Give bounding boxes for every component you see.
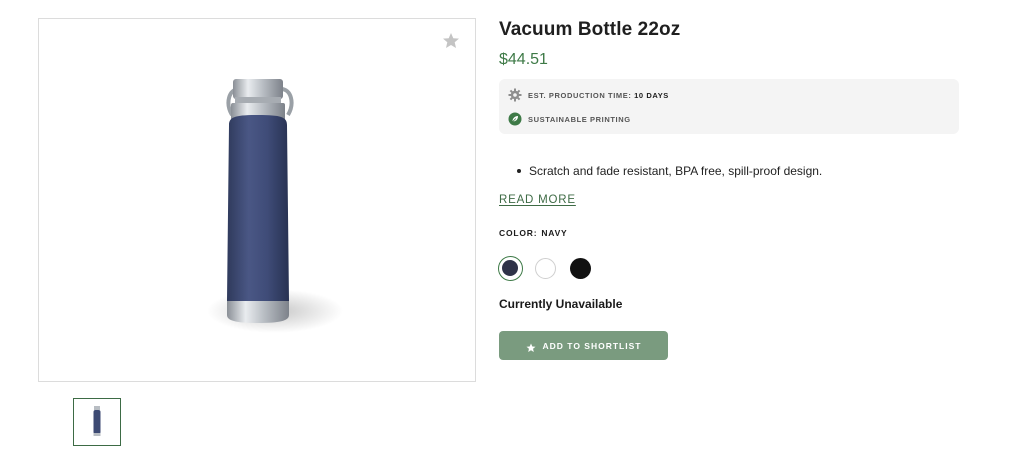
swatch-white[interactable] [535, 258, 556, 279]
product-price: $44.51 [499, 51, 548, 68]
production-time-label: EST. PRODUCTION TIME: [528, 90, 632, 100]
swatch-navy[interactable] [498, 256, 523, 281]
sustainable-printing-label: SUSTAINABLE PRINTING [528, 114, 631, 124]
selected-color-name: NAVY [541, 228, 568, 238]
gallery-thumbnail[interactable] [73, 398, 121, 446]
leaf-icon [508, 112, 522, 126]
favorite-star-icon[interactable] [441, 31, 461, 51]
sustainable-printing-row: SUSTAINABLE PRINTING [508, 112, 631, 126]
availability-status: Currently Unavailable [499, 297, 623, 311]
thumbnail-bottle-image [93, 406, 101, 436]
swatch-black[interactable] [570, 258, 591, 279]
bullet-dot [517, 169, 521, 173]
product-photo [207, 79, 343, 333]
read-more-link[interactable]: READ MORE [499, 194, 576, 206]
product-main-image[interactable] [38, 18, 476, 382]
production-info-box: EST. PRODUCTION TIME: 10 DAYS SUSTAINABL… [499, 79, 959, 134]
color-label: COLOR: NAVY [499, 228, 568, 238]
production-time-row: EST. PRODUCTION TIME: 10 DAYS [508, 88, 669, 102]
feature-list: Scratch and fade resistant, BPA free, sp… [499, 164, 822, 178]
product-title: Vacuum Bottle 22oz [499, 19, 681, 40]
gear-icon [508, 88, 522, 102]
production-time-value: 10 DAYS [634, 90, 669, 100]
shortlist-button-label: ADD TO SHORTLIST [542, 340, 642, 351]
feature-item: Scratch and fade resistant, BPA free, sp… [529, 164, 823, 178]
add-to-shortlist-button[interactable]: ADD TO SHORTLIST [499, 331, 668, 360]
star-icon [526, 341, 536, 352]
color-label-key: COLOR: [499, 228, 538, 238]
